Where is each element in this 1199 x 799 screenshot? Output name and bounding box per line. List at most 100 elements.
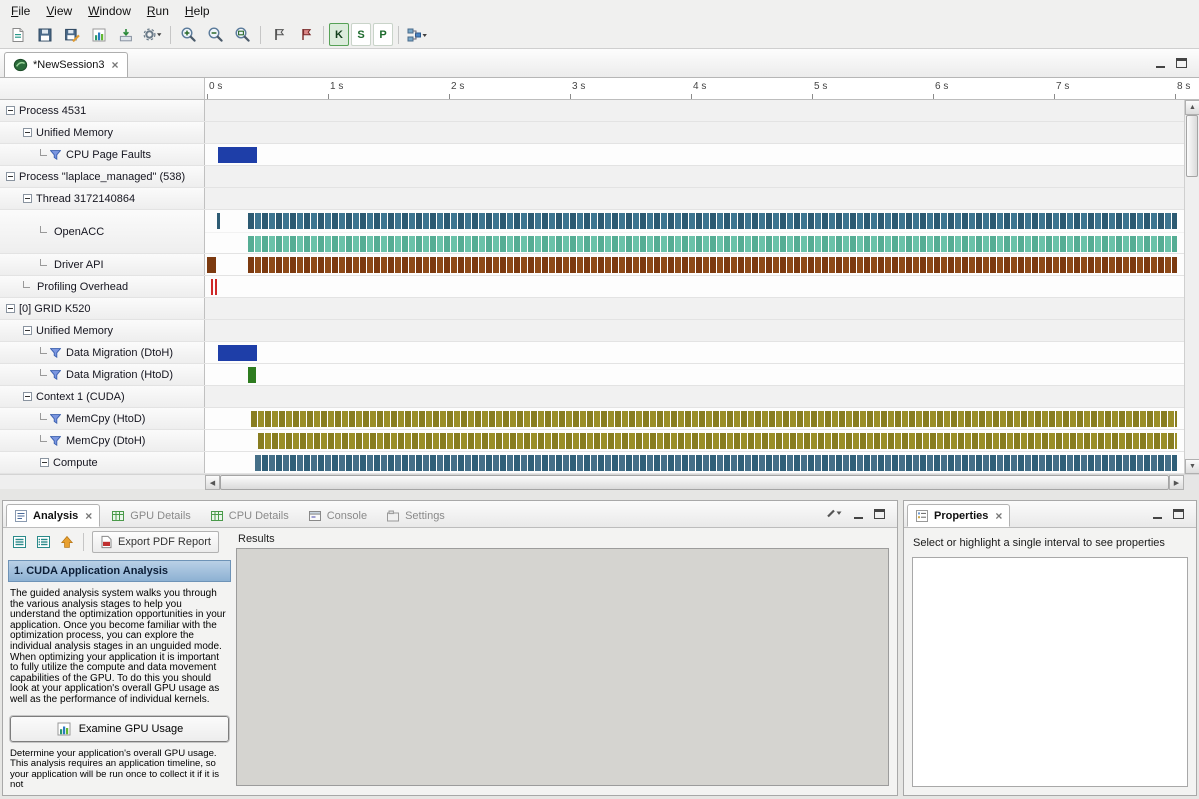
row-label-memcpy-dtoh[interactable]: MemCpy (DtoH) [0,430,205,451]
row-label-thread-3172140864[interactable]: Thread 3172140864 [0,188,205,209]
interval-bar[interactable] [215,279,217,295]
collapse-icon[interactable] [40,458,49,467]
maximize-icon[interactable] [874,509,885,519]
row-track-unified-memory-host[interactable] [205,122,1199,143]
row-track-thread-3172140864[interactable] [205,188,1199,209]
filter-icon[interactable] [50,370,61,380]
menu-help[interactable]: Help [177,2,218,20]
profile-application-button[interactable] [86,23,111,46]
export-pdf-button[interactable]: Export PDF Report [92,531,219,553]
row-track-cpu-page-faults[interactable] [205,144,1199,165]
row-track-profiling-overhead[interactable] [205,276,1199,297]
unguided-analysis-button[interactable] [32,532,54,553]
tab-analysis[interactable]: Analysis× [6,504,100,527]
vscroll-thumb[interactable] [1186,115,1198,177]
row-label-profiling-overhead[interactable]: Profiling Overhead [0,276,205,297]
row-label-grid-k520[interactable]: [0] GRID K520 [0,298,205,319]
new-session-button[interactable] [5,23,30,46]
row-label-driver-api[interactable]: Driver API [0,254,205,275]
row-track-context-1-cuda[interactable] [205,386,1199,407]
row-track-driver-api[interactable] [205,254,1199,275]
row-track-memcpy-htod[interactable] [205,408,1199,429]
menu-file[interactable]: File [3,2,38,20]
row-track-data-migration-dtoh[interactable] [205,342,1199,363]
properties-tab[interactable]: Properties × [907,504,1010,527]
previous-marker-button[interactable] [266,23,291,46]
row-label-openacc[interactable]: OpenACC [0,210,205,253]
collapse-icon[interactable] [6,304,15,313]
interval-bar[interactable] [248,367,256,383]
close-properties-icon[interactable]: × [995,509,1002,523]
row-label-process-4531[interactable]: Process 4531 [0,100,205,121]
examine-gpu-usage-button[interactable]: Examine GPU Usage [10,716,229,742]
view-menu-icon[interactable] [825,507,843,522]
collapse-icon[interactable] [6,172,15,181]
kernel-toggle-button[interactable]: K [329,23,349,46]
minimize-icon[interactable] [1152,509,1163,520]
export-timeline-button[interactable] [113,23,138,46]
collapse-icon[interactable] [23,392,32,401]
scroll-left-icon[interactable]: ◀ [205,475,220,490]
menu-view[interactable]: View [38,2,80,20]
interval-bar[interactable] [248,213,1177,229]
tab-gpu-details[interactable]: GPU Details [103,504,199,527]
interval-bar[interactable] [218,147,257,163]
zoom-out-button[interactable] [203,23,228,46]
row-track-unified-memory-gpu[interactable] [205,320,1199,341]
scroll-down-icon[interactable]: ▼ [1185,459,1199,474]
row-track-grid-k520[interactable] [205,298,1199,319]
interval-bar[interactable] [248,236,1177,252]
row-label-memcpy-htod[interactable]: MemCpy (HtoD) [0,408,205,429]
row-label-data-migration-htod[interactable]: Data Migration (HtoD) [0,364,205,385]
tab-cpu-details[interactable]: CPU Details [202,504,297,527]
menu-window[interactable]: Window [80,2,139,20]
maximize-icon[interactable] [1173,509,1184,519]
interval-bar[interactable] [258,433,1178,449]
guided-analysis-button[interactable] [8,532,30,553]
filter-icon[interactable] [50,414,61,424]
close-tab-icon[interactable]: × [112,58,119,72]
filter-icon[interactable] [50,150,61,160]
promote-results-button[interactable] [56,532,78,553]
vertical-scrollbar[interactable]: ▲ ▼ [1184,100,1199,474]
collapse-icon[interactable] [6,106,15,115]
row-label-compute[interactable]: Compute [0,452,205,473]
row-track-memcpy-dtoh[interactable] [205,430,1199,451]
row-track-compute[interactable] [205,452,1199,473]
row-track-process-laplace-managed[interactable] [205,166,1199,187]
minimize-icon[interactable] [1155,58,1166,69]
row-label-data-migration-dtoh[interactable]: Data Migration (DtoH) [0,342,205,363]
process-toggle-button[interactable]: P [373,23,393,46]
next-marker-button[interactable] [293,23,318,46]
filter-icon[interactable] [50,436,61,446]
filter-icon[interactable] [50,348,61,358]
save-as-button[interactable] [59,23,84,46]
settings-menu-button[interactable] [140,23,165,46]
minimize-icon[interactable] [853,509,864,520]
panel-sash[interactable] [0,489,1199,500]
stream-toggle-button[interactable]: S [351,23,371,46]
scroll-up-icon[interactable]: ▲ [1185,100,1199,115]
interval-bar[interactable] [207,257,216,273]
save-button[interactable] [32,23,57,46]
menu-run[interactable]: Run [139,2,177,20]
time-scale[interactable]: 0 s1 s2 s3 s4 s5 s6 s7 s8 s [205,78,1199,100]
interval-bar[interactable] [248,257,1178,273]
row-track-process-4531[interactable] [205,100,1199,121]
collapse-icon[interactable] [23,128,32,137]
scroll-right-icon[interactable]: ▶ [1169,475,1184,490]
interval-bar[interactable] [251,411,1178,427]
interval-bar[interactable] [211,279,213,295]
zoom-in-button[interactable] [176,23,201,46]
interval-bar[interactable] [255,455,1177,471]
session-tab[interactable]: *NewSession3 × [4,52,128,77]
maximize-icon[interactable] [1176,58,1187,68]
run-analysis-menu-button[interactable] [404,23,429,46]
row-label-context-1-cuda[interactable]: Context 1 (CUDA) [0,386,205,407]
row-label-unified-memory-host[interactable]: Unified Memory [0,122,205,143]
row-track-data-migration-htod[interactable] [205,364,1199,385]
interval-bar[interactable] [218,345,257,361]
hscroll-thumb[interactable] [220,475,1169,490]
row-label-cpu-page-faults[interactable]: CPU Page Faults [0,144,205,165]
collapse-icon[interactable] [23,194,32,203]
